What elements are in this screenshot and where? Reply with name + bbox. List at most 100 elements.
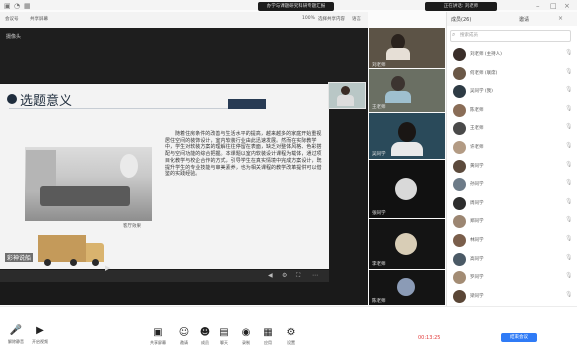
- volume-icon[interactable]: ◀: [268, 272, 273, 279]
- settings-icon[interactable]: ⚙: [282, 272, 287, 279]
- speaker-indicator: 正在讲话: 刘老师: [425, 2, 497, 11]
- meeting-id-label[interactable]: 会议号: [5, 16, 19, 22]
- settings-label[interactable]: 设置: [279, 340, 303, 346]
- mic-icon[interactable]: 🎙: [565, 49, 573, 56]
- participant-body: [391, 142, 423, 156]
- mic-icon[interactable]: 🎙: [565, 216, 573, 223]
- apps-label[interactable]: 应用: [256, 340, 280, 346]
- video-overlay-label: 彩神说船: [5, 253, 34, 262]
- room-sofa: [40, 186, 130, 206]
- more-icon[interactable]: ⋯: [312, 272, 318, 279]
- maximize-icon[interactable]: □: [550, 2, 557, 10]
- video-tile-name: 吴同学: [372, 152, 386, 157]
- panel-close-icon[interactable]: ×: [558, 15, 563, 22]
- close-icon[interactable]: ×: [564, 2, 570, 10]
- participant-name: 黄同学: [470, 163, 484, 169]
- grid-view-icon[interactable]: ▦: [24, 2, 31, 10]
- media-control-bar[interactable]: [0, 270, 329, 282]
- participant-name: 周同学: [470, 200, 484, 206]
- settings-icon[interactable]: ⚙: [283, 328, 299, 338]
- chat-icon[interactable]: ▤: [216, 328, 232, 338]
- mic-icon[interactable]: 🎙: [565, 291, 573, 298]
- recording-timer: 00:13:25: [418, 335, 441, 341]
- participant-avatar: [395, 178, 417, 200]
- mic-icon[interactable]: 🎙: [565, 161, 573, 168]
- participant-avatar: [453, 252, 466, 266]
- play-icon[interactable]: ▶: [105, 264, 110, 272]
- mic-icon[interactable]: 🎙: [565, 105, 573, 112]
- mic-icon[interactable]: 🎙: [565, 235, 573, 242]
- room-lamp: [120, 154, 138, 178]
- truck-wheel: [44, 259, 51, 266]
- participant-name: 高同学: [470, 256, 484, 262]
- participant-name: 王老师: [470, 126, 484, 132]
- chat-label[interactable]: 聊天: [212, 340, 236, 346]
- participant-name: 林同学: [470, 238, 484, 243]
- participant-name: 陈老师: [470, 107, 484, 113]
- truck-wheel: [92, 259, 99, 266]
- mic-icon[interactable]: 🎙: [565, 254, 573, 261]
- slide-title-rule: [9, 108, 264, 109]
- video-tile-name: 陈老师: [372, 299, 386, 304]
- participant-body: [386, 48, 410, 60]
- minimize-icon[interactable]: –: [536, 2, 540, 10]
- participant-name: 刘老师 (主持人): [470, 52, 502, 57]
- participant-avatar: [453, 66, 466, 80]
- video-tile-name: 李老师: [372, 262, 386, 267]
- participants-title: 成员(26): [451, 17, 472, 23]
- truck-cargo: [38, 235, 86, 262]
- video-tile-name: 王老师: [372, 105, 386, 110]
- members-icon[interactable]: ☻: [197, 328, 213, 338]
- participant-face: [398, 122, 416, 142]
- share-top-band: [0, 28, 368, 83]
- record-icon[interactable]: ◉: [238, 328, 254, 338]
- mic-icon[interactable]: 🎙: [565, 179, 573, 186]
- truck-wheel: [70, 259, 77, 266]
- invite-button[interactable]: 邀请: [519, 16, 529, 23]
- mic-icon[interactable]: 🎙: [565, 272, 573, 279]
- participant-name: 吴同学 (我): [470, 89, 493, 95]
- share-screen-label[interactable]: 共享屏幕: [146, 340, 170, 346]
- presenter-thumbnail-head: [341, 86, 350, 95]
- invite-icon[interactable]: ☺: [176, 328, 192, 338]
- video-tile-name: 刘老师: [372, 63, 386, 68]
- participant-avatar: [395, 233, 417, 255]
- participant-avatar: [453, 48, 466, 61]
- slide-title: 选题意义: [20, 94, 73, 109]
- participant-name: 许老师: [470, 145, 484, 150]
- record-label[interactable]: 录制: [234, 340, 258, 346]
- app-logo-icon: ▣: [4, 2, 11, 10]
- meeting-title: 办学与课题研究科研专题汇报: [258, 2, 334, 11]
- mic-icon[interactable]: 🎙: [565, 68, 573, 75]
- wifi-icon: ◔: [14, 2, 21, 10]
- member-search-placeholder: 搜索成员: [460, 33, 478, 38]
- video-label[interactable]: 开启视频: [28, 339, 52, 345]
- apps-icon[interactable]: ▦: [260, 328, 276, 338]
- slide-accent-block: [228, 99, 266, 109]
- video-tile-name: 张同学: [372, 211, 386, 216]
- mute-label[interactable]: 解除静音: [4, 339, 28, 345]
- mic-icon[interactable]: 🎙: [565, 86, 573, 93]
- select-share-button[interactable]: 选择共享内容: [318, 16, 345, 22]
- camera-icon[interactable]: ▶: [32, 326, 48, 336]
- participant-avatar: [453, 141, 466, 154]
- fullscreen-icon[interactable]: ⛶: [296, 272, 300, 280]
- language-button[interactable]: 语言: [352, 16, 361, 22]
- share-screen-icon[interactable]: ▣: [150, 328, 166, 338]
- participant-avatar: [453, 103, 466, 117]
- zoom-level[interactable]: 100%: [302, 16, 315, 21]
- participant-name: 梁同学: [470, 293, 484, 299]
- participant-avatar: [453, 159, 466, 173]
- participant-avatar: [453, 196, 466, 210]
- search-icon: ⌕: [452, 31, 456, 38]
- mic-icon[interactable]: 🎙: [565, 198, 573, 205]
- presenter-thumbnail-body: [337, 95, 354, 106]
- participant-body: [385, 91, 411, 103]
- mic-icon[interactable]: 🎤: [8, 326, 24, 336]
- mic-icon[interactable]: 🎙: [565, 123, 573, 130]
- share-status-label[interactable]: 共享屏幕: [30, 16, 48, 22]
- mic-icon[interactable]: 🎙: [565, 142, 573, 149]
- participant-name: 郑同学: [470, 219, 484, 225]
- end-meeting-button[interactable]: 结束会议: [501, 333, 537, 342]
- participant-face: [391, 76, 405, 91]
